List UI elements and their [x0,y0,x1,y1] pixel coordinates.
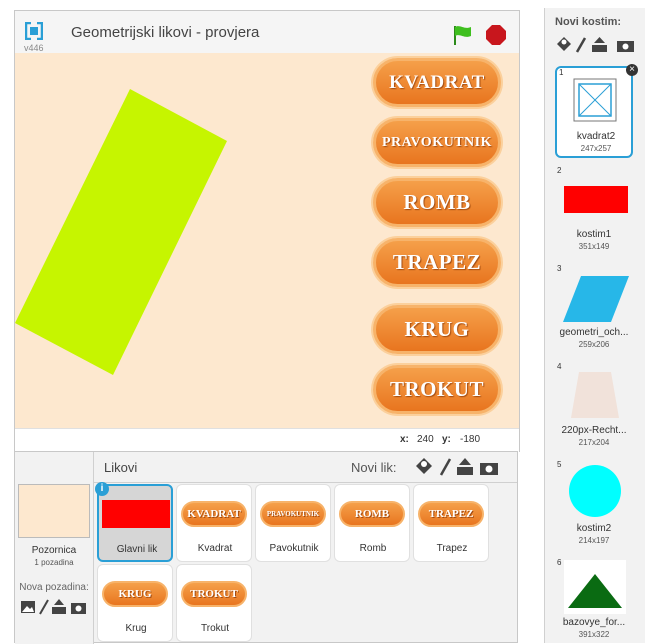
costume-number: 1 [559,68,564,77]
sprite-name: Romb [359,543,387,554]
costume-size: 217x204 [578,438,610,447]
costume-number: 5 [557,460,562,469]
trapez-button[interactable]: TRAPEZ [373,238,501,287]
costume-panel: Novi kostim: 1 kvadrat2 247x257 × 2 kost… [544,8,645,643]
sprite-tile-trapez[interactable]: TRAPEZ Trapez [413,484,489,562]
new-costume-tools [557,37,634,53]
upload-sprite-icon[interactable] [457,458,473,475]
costume-size: 247x257 [580,144,612,153]
paint-costume-icon[interactable] [575,37,587,53]
fullscreen-icon[interactable] [25,22,43,40]
sprites-header: Likovi Novi lik: [94,452,517,483]
coordinates-bar: x: 240 y: -180 [15,428,519,452]
sprite-thumbnail [102,500,170,528]
costume-number: 2 [557,166,562,175]
new-sprite-tools [416,458,498,476]
costume-name: geometri_och... [559,327,629,338]
sprite-name: Trokut [201,623,229,634]
sprite-library-icon[interactable] [416,458,432,474]
costume-thumbnail [564,560,626,614]
sprites-title: Likovi [104,460,138,475]
info-icon[interactable]: i [95,482,109,496]
costume-name: 220px-Recht... [561,425,627,436]
costume-item-2[interactable]: 2 kostim1 351x149 [555,166,633,258]
costume-number: 6 [557,558,562,567]
sprite-name: Kvadrat [197,543,233,554]
new-costume-label: Novi kostim: [555,16,622,28]
sprite-name: Trapez [436,543,468,554]
costume-thumbnail [573,78,617,122]
stage-canvas[interactable]: KVADRAT PRAVOKUTNIK ROMB TRAPEZ KRUG TRO… [15,53,519,428]
costume-item-5[interactable]: 5 kostim2 214x197 [555,460,633,552]
upload-backdrop-icon[interactable] [52,599,66,614]
costume-name: kostim2 [576,523,612,534]
kvadrat-button[interactable]: KVADRAT [373,58,501,107]
sprite-name: Krug [125,623,147,634]
costume-number: 4 [557,362,562,371]
costume-size: 259x206 [578,340,610,349]
costume-thumbnail [569,465,621,517]
costume-name: kostim1 [576,229,612,240]
romb-button[interactable]: ROMB [373,178,501,227]
costume-thumbnail [563,276,629,322]
stage-thumbnail[interactable] [18,484,90,538]
sprite-thumbnail: TRAPEZ [418,501,484,527]
costume-size: 351x149 [578,242,610,251]
sprite-thumbnail: KRUG [102,581,168,607]
sprite-tile-krug[interactable]: KRUG Krug [97,564,173,642]
version-label: v446 [24,43,44,53]
sprite-tile-trokut[interactable]: TROKUT Trokut [176,564,252,642]
costume-library-icon[interactable] [557,37,571,51]
y-label: y: [442,434,451,445]
costume-thumbnail [571,372,619,418]
costume-size: 391x322 [578,630,610,639]
sprite-name: Glavni lik [116,544,158,555]
costume-item-6[interactable]: 6 bazovye_for... 391x322 [555,558,633,643]
sprite-tile-glavni-lik[interactable]: Glavni lik i [95,482,173,562]
green-flag-icon[interactable] [452,24,472,46]
costume-item-4[interactable]: 4 220px-Recht... 217x204 [555,362,633,454]
trokut-button[interactable]: TROKUT [373,365,501,414]
costume-number: 3 [557,264,562,273]
x-value: 240 [417,434,434,445]
camera-backdrop-icon[interactable] [71,603,86,614]
sprite-name: Pavokutnik [269,543,319,554]
stage-column: Pozornica 1 pozadina Nova pozadina: [15,452,94,644]
pravokutnik-button[interactable]: PRAVOKUTNIK [373,118,501,167]
sprite-tile-romb[interactable]: ROMB Romb [334,484,410,562]
delete-costume-icon[interactable]: × [626,64,638,76]
project-title: Geometrijski likovi - provjera [71,24,260,41]
sprite-tile-kvadrat[interactable]: KVADRAT Kvadrat [176,484,252,562]
camera-sprite-icon[interactable] [480,463,498,475]
costume-name: kvadrat2 [576,131,616,142]
sprite-thumbnail: ROMB [339,501,405,527]
new-backdrop-label: Nova pozadina: [19,582,89,593]
upload-costume-icon[interactable] [592,37,607,52]
camera-costume-icon[interactable] [617,41,634,52]
costume-name: bazovye_for... [562,617,626,628]
stage-header: v446 Geometrijski likovi - provjera [15,11,519,53]
backdrop-tools [21,599,86,615]
costume-size: 214x197 [578,536,610,545]
costume-thumbnail [564,186,628,213]
sprite-thumbnail: KVADRAT [181,501,247,527]
sprite-panel: Pozornica 1 pozadina Nova pozadina: Liko… [14,451,518,644]
new-sprite-label: Novi lik: [351,460,397,475]
x-label: x: [400,434,409,445]
paint-backdrop-icon[interactable] [39,599,49,615]
costume-item-3[interactable]: 3 geometri_och... 259x206 [555,264,633,356]
stop-icon[interactable] [485,24,507,46]
backdrop-library-icon[interactable] [21,601,35,613]
stage-label: Pozornica [31,545,77,556]
costume-item-1[interactable]: 1 kvadrat2 247x257 × [555,64,638,158]
sprite-thumbnail: PRAVOKUTNIK [260,501,326,527]
krug-button[interactable]: KRUG [373,305,501,354]
backdrop-count: 1 pozadina [34,558,74,567]
y-value: -180 [460,434,481,445]
stage-panel: v446 Geometrijski likovi - provjera KVAD… [14,10,520,452]
sprite-thumbnail: TROKUT [181,581,247,607]
paint-sprite-icon[interactable] [439,458,452,476]
sprite-tile-pavokutnik[interactable]: PRAVOKUTNIK Pavokutnik [255,484,331,562]
